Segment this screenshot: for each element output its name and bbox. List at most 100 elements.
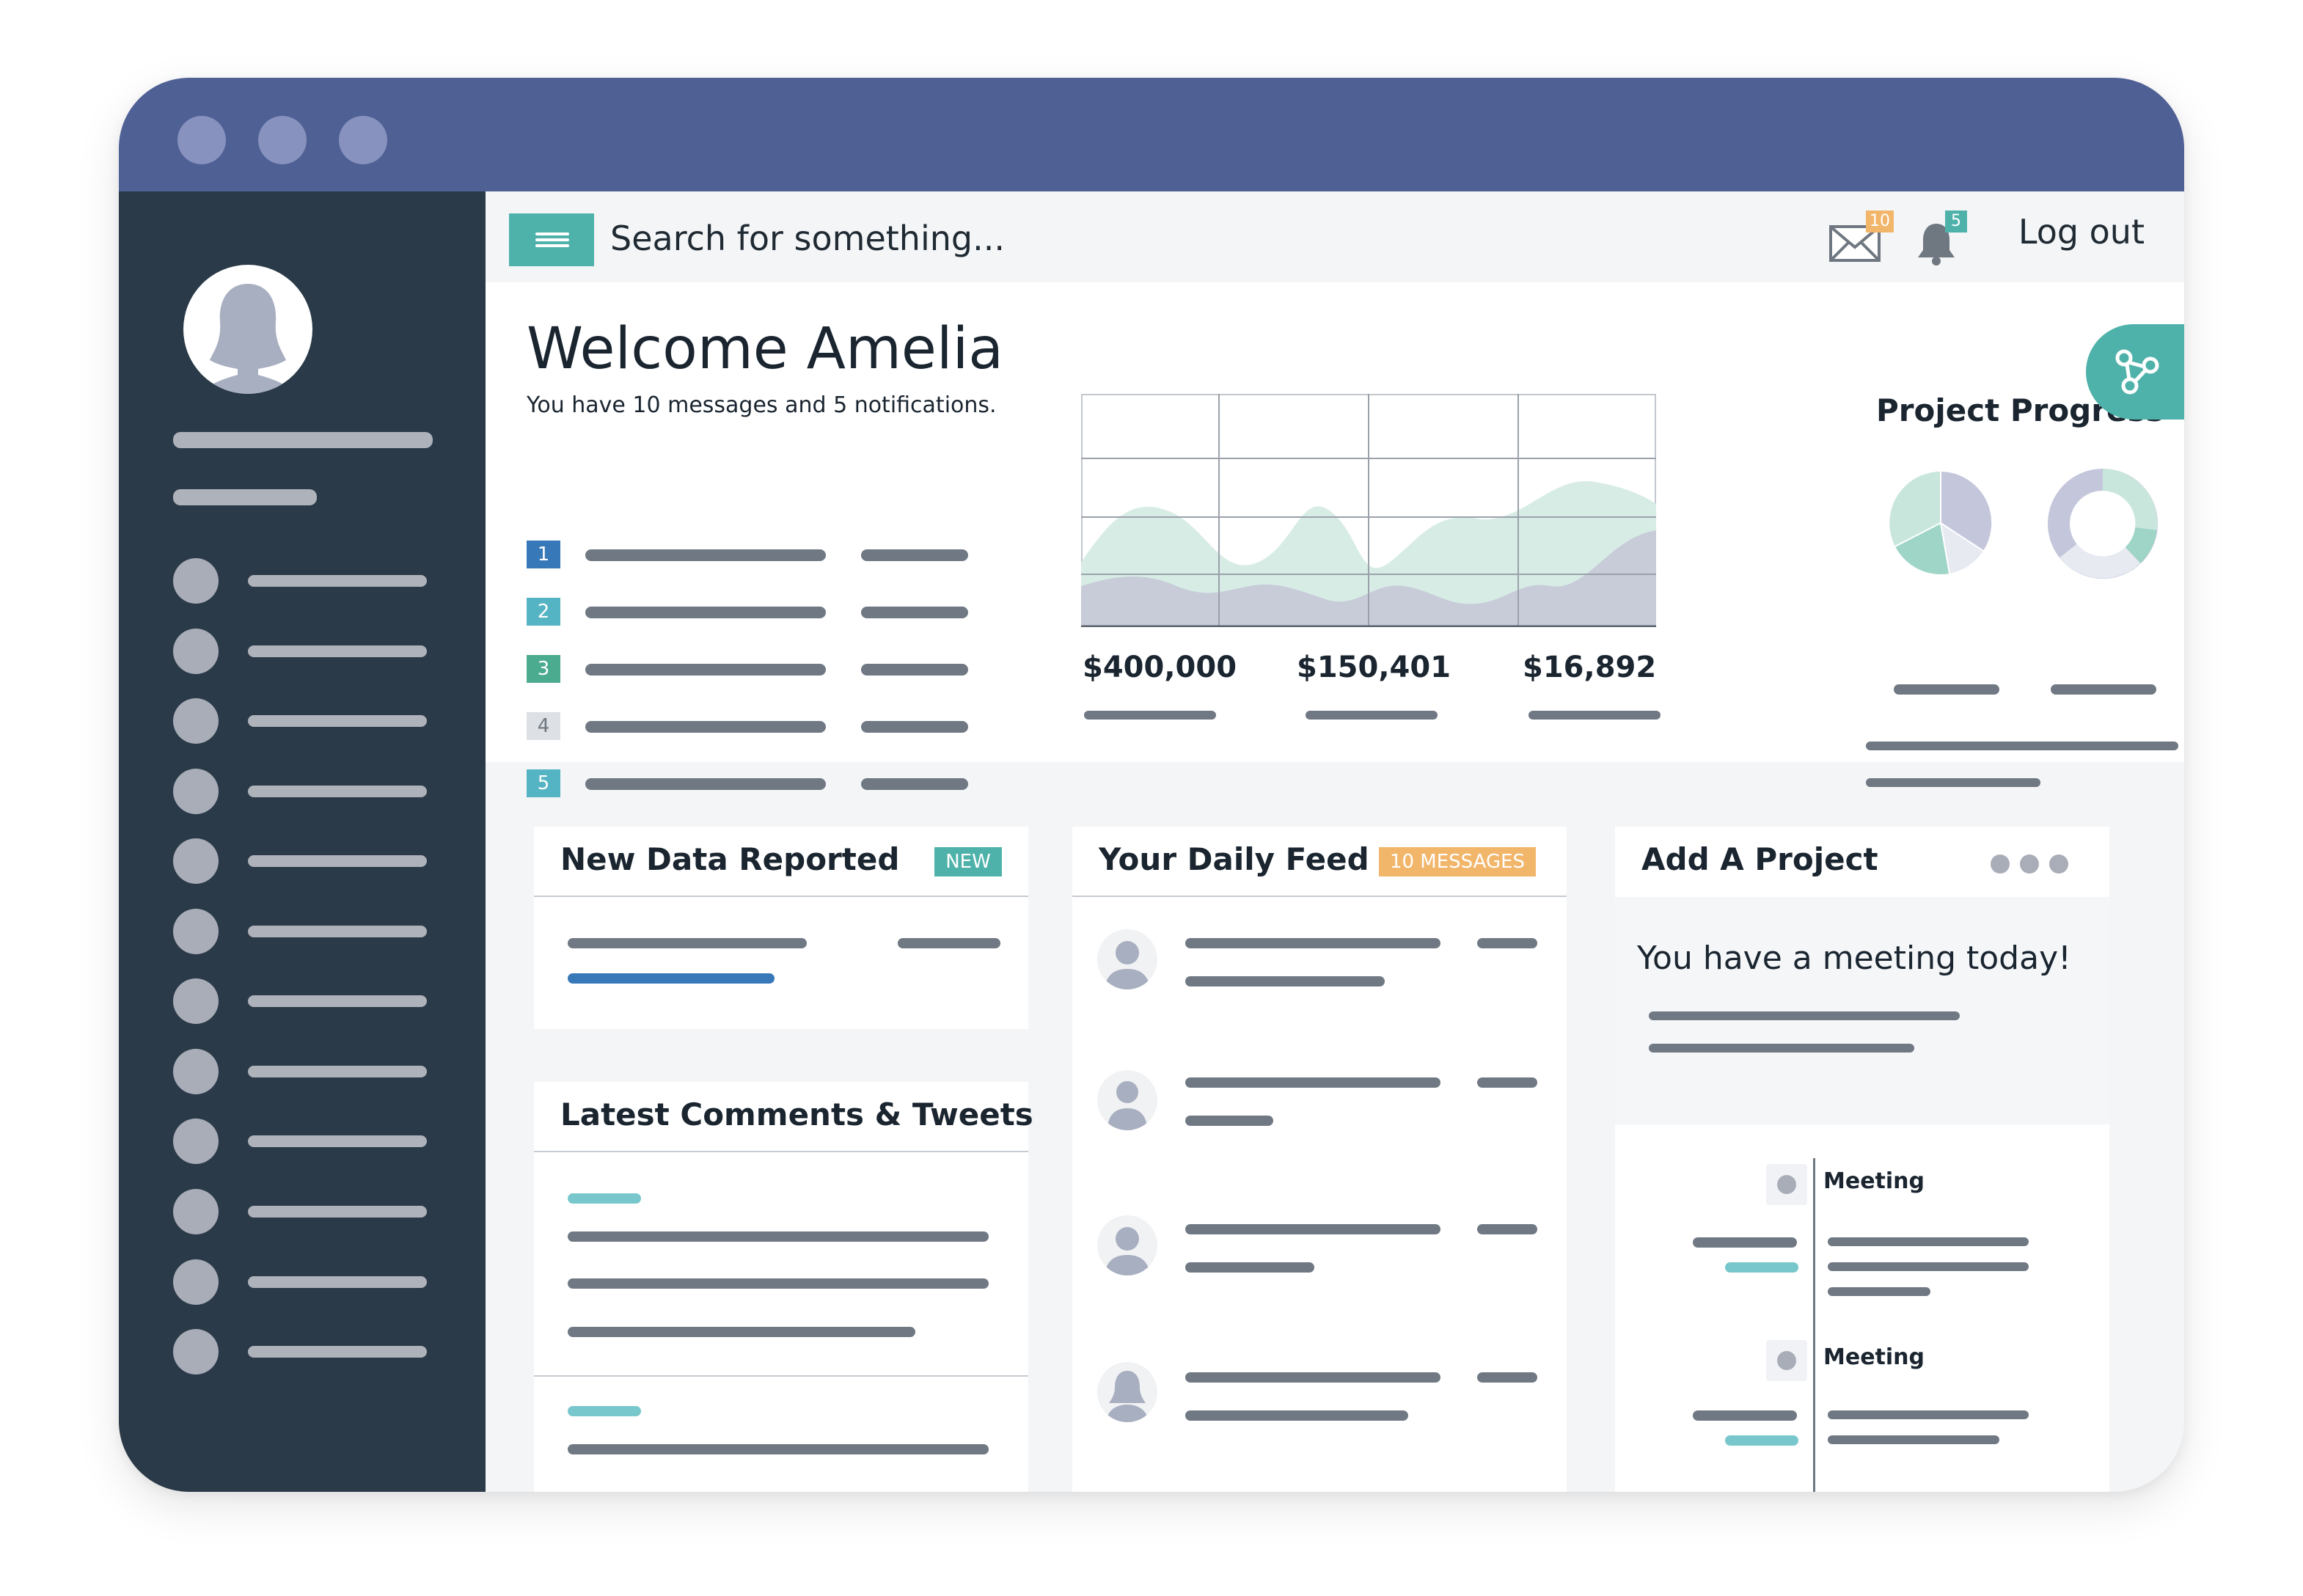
- list-item-value-placeholder: [861, 664, 968, 676]
- feed-text-placeholder: [1185, 938, 1440, 948]
- nav-item-icon: [173, 769, 219, 814]
- nav-item-icon: [173, 909, 219, 954]
- add-project-panel: Add A Project You have a meeting today! …: [1615, 827, 2109, 1492]
- comment-text-placeholder: [568, 1327, 915, 1337]
- stat-label-placeholder: [1306, 711, 1438, 720]
- panel-title: Add A Project: [1641, 841, 1878, 877]
- menu-button[interactable]: [509, 213, 594, 266]
- data-text-placeholder: [568, 938, 807, 948]
- messages-badge: 10 MESSAGES: [1379, 847, 1536, 876]
- user-avatar[interactable]: [183, 265, 312, 394]
- nav-item-icon: [173, 1119, 219, 1164]
- comment-author-placeholder: [568, 1406, 641, 1416]
- panel-title: Latest Comments & Tweets: [560, 1097, 1033, 1132]
- panel-header: Latest Comments & Tweets: [534, 1082, 1033, 1152]
- comment-author-placeholder: [568, 1193, 641, 1204]
- panel-header: Add A Project: [1615, 827, 2109, 897]
- list-item-number: 5: [527, 769, 560, 797]
- list-item-text-placeholder: [585, 549, 826, 561]
- nav-item-label-placeholder: [248, 926, 427, 937]
- user-silhouette-icon: [1107, 1081, 1147, 1130]
- list-item-text-placeholder: [585, 607, 826, 618]
- progress-text-placeholder: [1866, 778, 2040, 787]
- window-close-dot[interactable]: [177, 116, 226, 164]
- meeting-detail-placeholder: [1649, 1011, 1960, 1020]
- timeline-marker: [1766, 1164, 1807, 1205]
- sidebar-nav-item[interactable]: [173, 558, 427, 604]
- sidebar-nav-item[interactable]: [173, 838, 427, 884]
- nav-item-icon: [173, 1189, 219, 1234]
- nav-item-label-placeholder: [248, 1206, 427, 1218]
- feed-text-placeholder: [1185, 1116, 1273, 1126]
- area-chart: [1081, 394, 1656, 627]
- sidebar-nav-item[interactable]: [173, 769, 427, 814]
- list-item-number: 2: [527, 598, 560, 626]
- sidebar-nav-item[interactable]: [173, 1049, 427, 1094]
- sidebar-nav-item[interactable]: [173, 1119, 427, 1164]
- panel-header: Your Daily Feed 10 MESSAGES: [1072, 827, 1567, 897]
- notifications-button[interactable]: 5: [1916, 211, 1977, 266]
- timeline-text-placeholder: [1828, 1262, 2029, 1271]
- nav-item-label-placeholder: [248, 1276, 427, 1288]
- notifications-count-badge: 5: [1945, 211, 1967, 233]
- hamburger-icon: [535, 233, 569, 235]
- sidebar-nav-item[interactable]: [173, 629, 427, 674]
- feed-text-placeholder: [1185, 1372, 1440, 1383]
- feed-text-placeholder: [1185, 1262, 1314, 1273]
- window-minimize-dot[interactable]: [258, 116, 307, 164]
- more-options-icon[interactable]: [1991, 854, 2068, 875]
- top-bar: 10 5 Log out: [486, 191, 2184, 282]
- list-item-text-placeholder: [585, 664, 826, 676]
- sidebar-nav-item[interactable]: [173, 698, 427, 744]
- nav-item-label-placeholder: [248, 1135, 427, 1147]
- comment-text-placeholder: [568, 1278, 989, 1289]
- hamburger-icon-line: [535, 244, 569, 247]
- feed-avatar: [1097, 1070, 1157, 1130]
- sidebar-nav-item[interactable]: [173, 1329, 427, 1374]
- panel-header: New Data Reported NEW: [534, 827, 1028, 897]
- nav-item-label-placeholder: [248, 855, 427, 867]
- sidebar-nav-item[interactable]: [173, 978, 427, 1024]
- new-data-panel: New Data Reported NEW: [534, 827, 1028, 1029]
- timeline-time-placeholder: [1725, 1435, 1798, 1446]
- app-window: 10 5 Log out Welcome Amelia You have 10 …: [119, 78, 2184, 1492]
- nav-item-icon: [173, 838, 219, 884]
- nav-item-icon: [173, 1049, 219, 1094]
- search-input[interactable]: [610, 212, 1270, 265]
- feed-avatar: [1097, 1215, 1157, 1275]
- meeting-notice-text: You have a meeting today!: [1637, 940, 2071, 977]
- feed-time-placeholder: [1477, 938, 1537, 948]
- messages-button[interactable]: 10: [1829, 211, 1897, 263]
- share-button[interactable]: [2086, 324, 2184, 420]
- user-silhouette-icon: [202, 284, 293, 394]
- sidebar-nav-item[interactable]: [173, 1259, 427, 1305]
- feed-avatar: [1097, 1362, 1157, 1422]
- timeline-marker: [1766, 1340, 1807, 1381]
- sidebar-nav-item[interactable]: [173, 909, 427, 954]
- panel-title: Your Daily Feed: [1099, 841, 1369, 877]
- comment-text-placeholder: [568, 1231, 989, 1242]
- timeline-text-placeholder: [1828, 1410, 2029, 1419]
- list-item-value-placeholder: [861, 549, 968, 561]
- user-name-placeholder: [173, 432, 433, 448]
- feed-text-placeholder: [1185, 1410, 1408, 1421]
- nav-item-label-placeholder: [248, 1066, 427, 1077]
- timeline-line: [1813, 1158, 1815, 1492]
- nav-item-label-placeholder: [248, 995, 427, 1007]
- user-silhouette-icon: [1105, 1227, 1150, 1275]
- logout-link[interactable]: Log out: [2018, 212, 2145, 252]
- timeline-date-placeholder: [1693, 1237, 1797, 1248]
- hamburger-icon-line: [535, 238, 569, 241]
- welcome-section: Welcome Amelia You have 10 messages and …: [486, 282, 2184, 797]
- user-silhouette-icon: [1105, 941, 1150, 989]
- list-item-value-placeholder: [861, 721, 968, 733]
- sidebar-nav-item[interactable]: [173, 1189, 427, 1234]
- welcome-subtitle: You have 10 messages and 5 notifications…: [527, 392, 997, 418]
- list-item-value-placeholder: [861, 778, 968, 790]
- feed-avatar: [1097, 929, 1157, 989]
- list-item-text-placeholder: [585, 778, 826, 790]
- stat-value: $16,892: [1523, 651, 1657, 684]
- window-maximize-dot[interactable]: [339, 116, 387, 164]
- timeline-date-placeholder: [1693, 1410, 1797, 1421]
- welcome-title: Welcome Amelia: [527, 316, 1004, 382]
